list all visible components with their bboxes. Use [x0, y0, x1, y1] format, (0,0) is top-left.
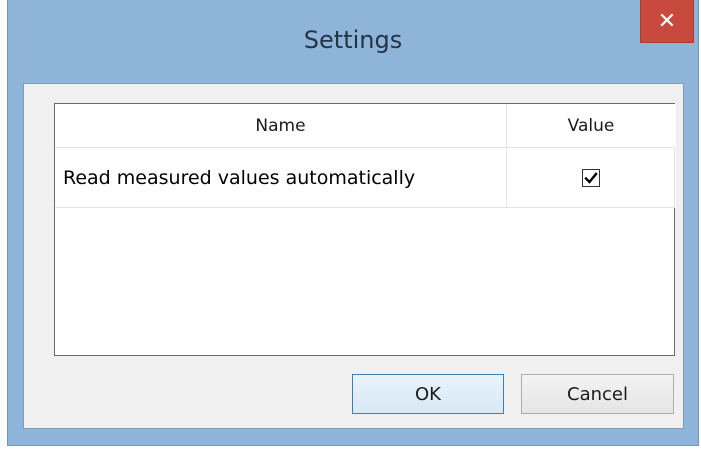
checkmark-icon	[583, 171, 598, 184]
table-row[interactable]: Read measured values automatically	[55, 148, 676, 208]
column-header-name[interactable]: Name	[55, 104, 507, 148]
grid-header: Name Value	[55, 104, 676, 148]
setting-value-cell[interactable]	[507, 148, 675, 208]
title-bar[interactable]: Settings ✕	[8, 0, 698, 82]
dialog-body: Name Value Read measured values automati…	[23, 83, 684, 429]
ok-button[interactable]: OK	[352, 374, 504, 414]
read-automatically-checkbox[interactable]	[581, 168, 600, 187]
cancel-button[interactable]: Cancel	[521, 374, 674, 414]
setting-name-cell[interactable]: Read measured values automatically	[55, 148, 507, 208]
settings-grid: Name Value Read measured values automati…	[54, 103, 676, 356]
column-header-value[interactable]: Value	[507, 104, 675, 148]
close-icon: ✕	[657, 8, 677, 34]
close-button[interactable]: ✕	[640, 0, 694, 43]
settings-dialog: Settings ✕ Name Value Read measured valu…	[7, 0, 699, 446]
window-title: Settings	[303, 26, 403, 54]
